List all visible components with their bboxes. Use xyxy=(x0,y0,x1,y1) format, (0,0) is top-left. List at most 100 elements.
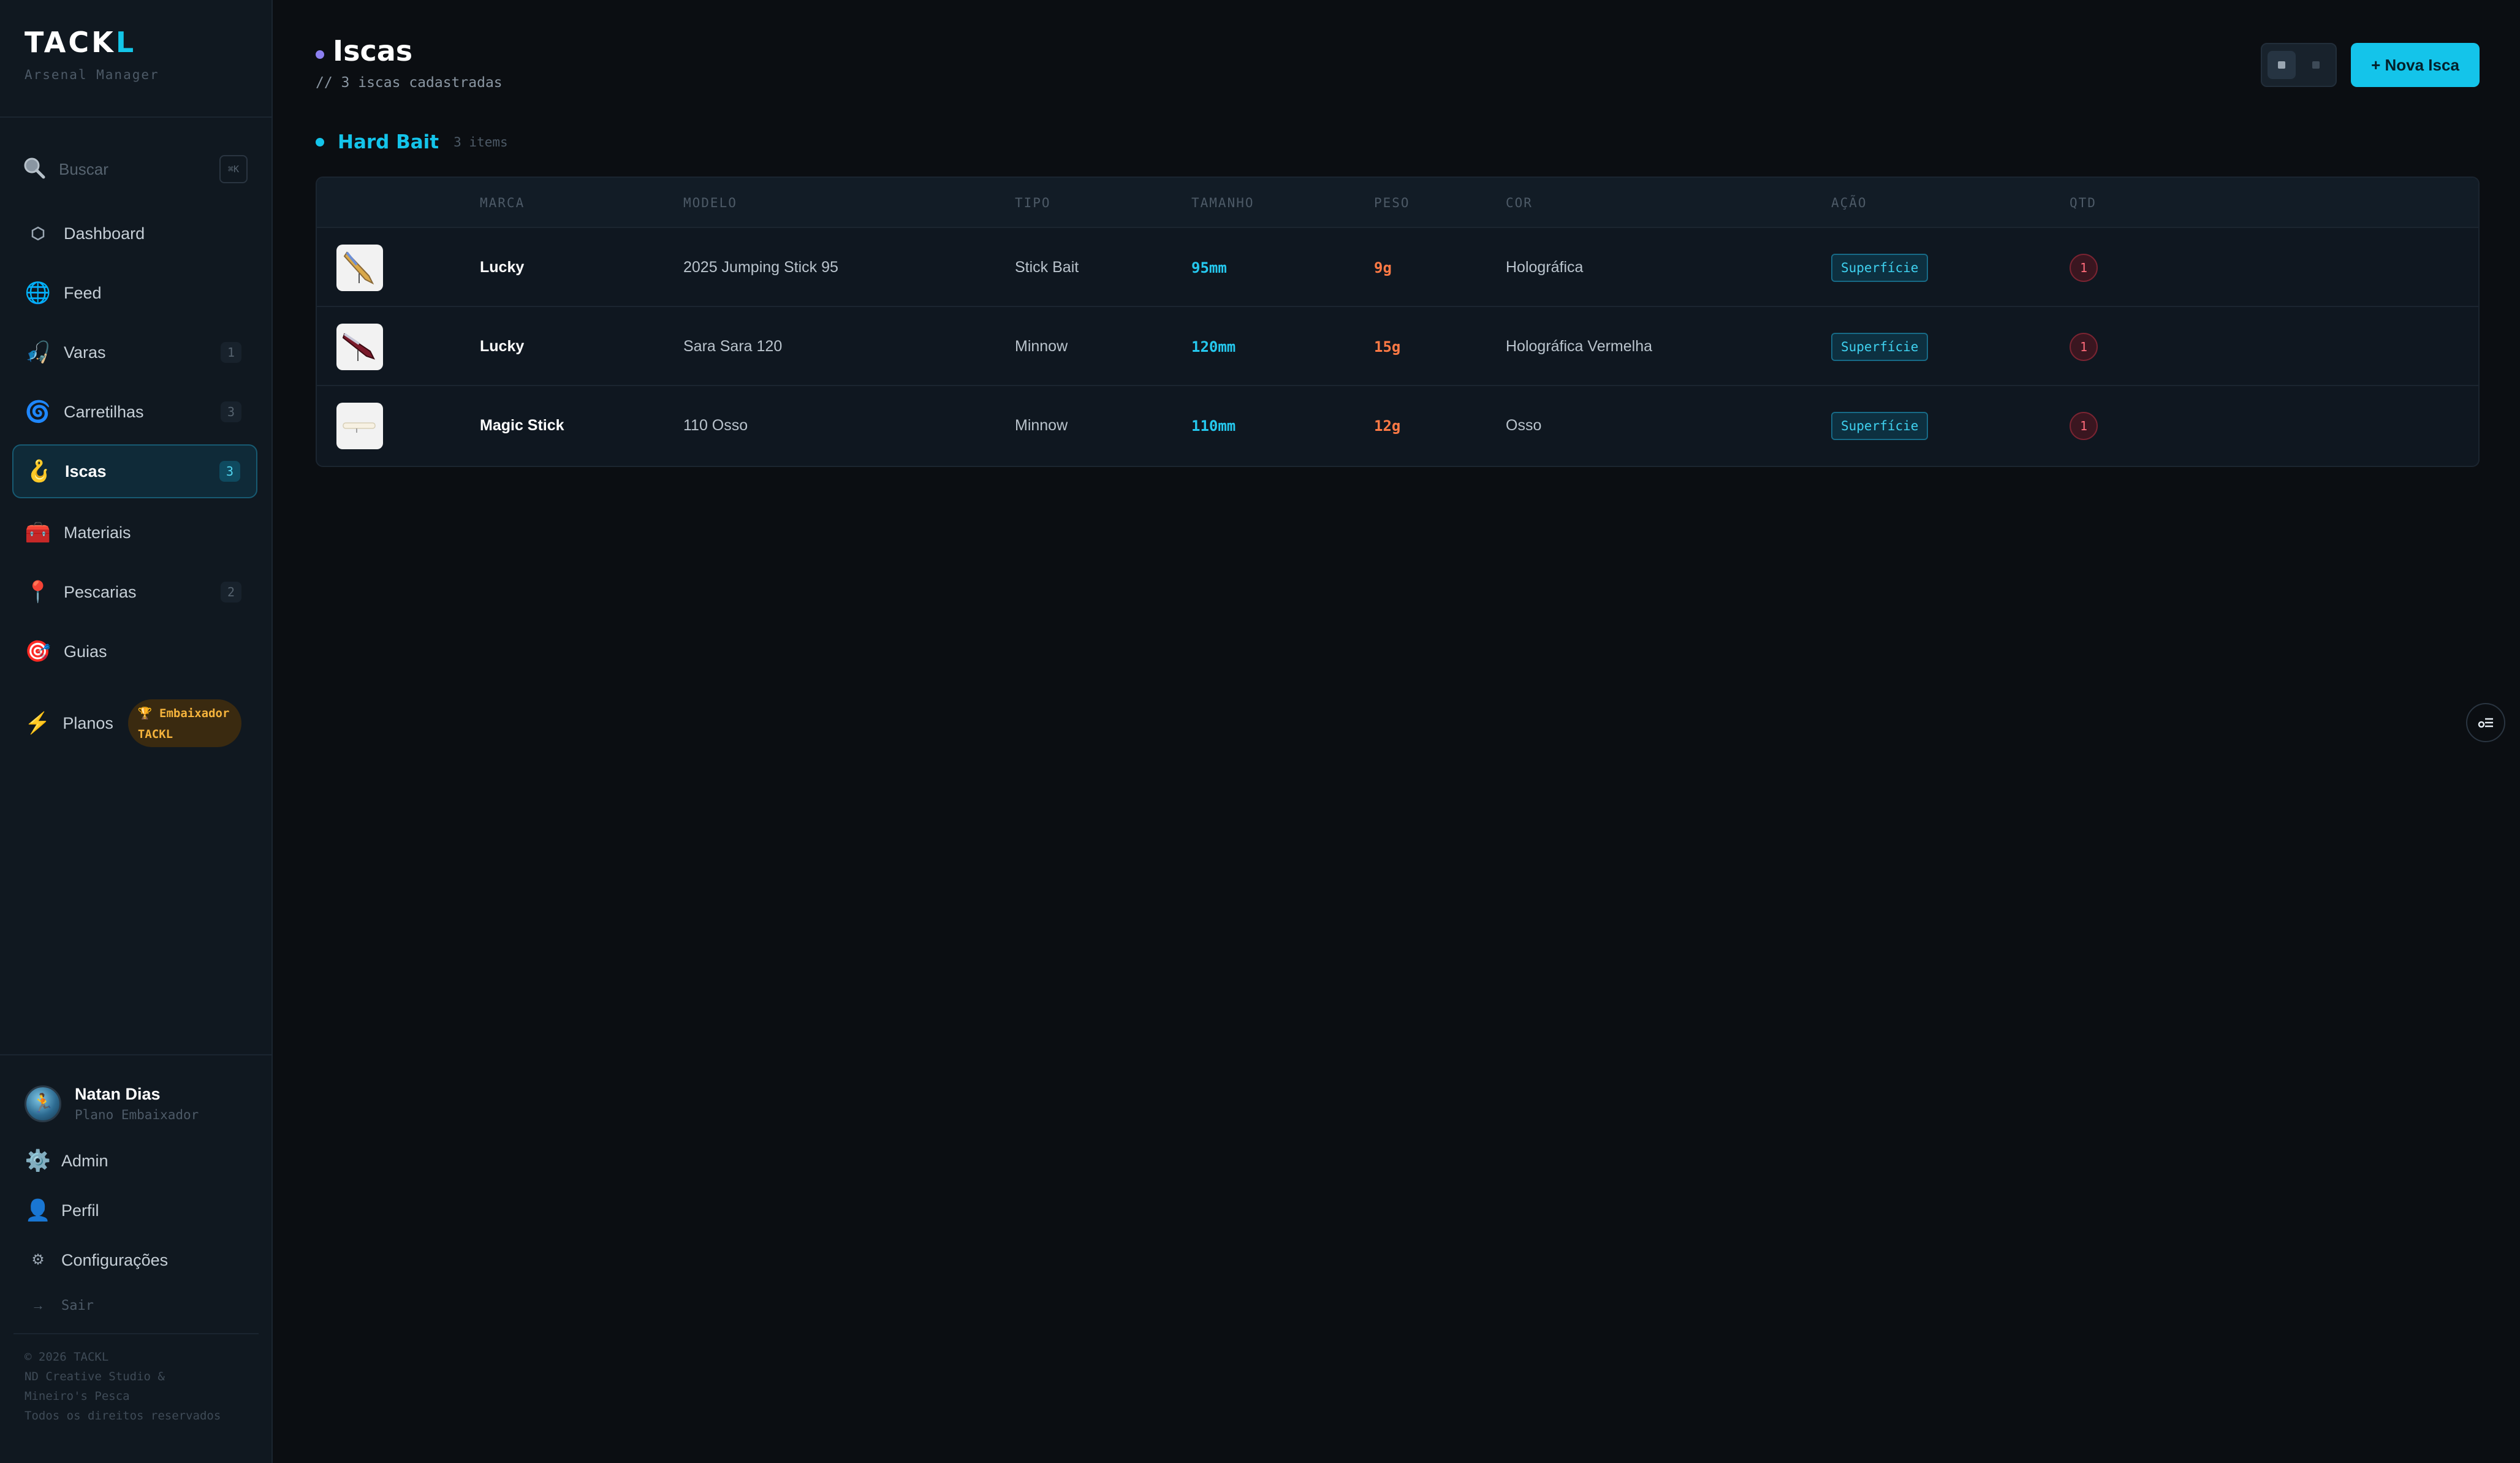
sidebar-item-dashboard[interactable]: Dashboard xyxy=(12,207,257,260)
footer-line: Todos os direitos reservados xyxy=(25,1409,221,1423)
new-bait-button[interactable]: + Nova Isca xyxy=(2351,43,2480,87)
title-dot xyxy=(316,50,324,59)
color-cell: Osso xyxy=(1506,417,1542,434)
main-content: Iscas // 3 iscas cadastradas + Nova Isca… xyxy=(274,0,2520,1463)
column-header[interactable]: PESO xyxy=(1374,178,1410,228)
brand[interactable]: TACKL Arsenal Manager xyxy=(25,28,159,82)
sidebar-item-label: Planos xyxy=(63,713,113,732)
filter-icon xyxy=(2478,718,2493,728)
table-row[interactable]: Lucky 2025 Jumping Stick 95 Stick Bait 9… xyxy=(317,228,2478,307)
size-cell: 120mm xyxy=(1191,338,1236,355)
qty-badge: 1 xyxy=(2070,253,2098,282)
toolbox-icon: 🧰 xyxy=(25,521,51,544)
sidebar-footer: © 2026 TACKL ND Creative Studio & Mineir… xyxy=(25,1347,221,1426)
model-cell: 110 Osso xyxy=(683,417,748,434)
filter-toggle-button[interactable] xyxy=(2466,703,2505,742)
sidebar: TACKL Arsenal Manager Buscar ⌘K Dashboar… xyxy=(0,0,273,1463)
size-cell: 95mm xyxy=(1191,259,1227,276)
model-cell: 2025 Jumping Stick 95 xyxy=(683,259,838,276)
action-badge: Superfície xyxy=(1831,332,1929,361)
column-header[interactable]: QTD xyxy=(2070,178,2097,228)
count-badge: 2 xyxy=(221,582,241,602)
sidebar-item-admin[interactable]: ⚙️ Admin xyxy=(25,1142,108,1179)
sidebar-item-planos[interactable]: ⚡ Planos 🏆 Embaixador TACKL xyxy=(12,695,257,751)
logout-link[interactable]: → Sair xyxy=(25,1287,94,1324)
sidebar-item-feed[interactable]: 🌐 Feed xyxy=(12,266,257,320)
sidebar-item-materiais[interactable]: 🧰 Materiais xyxy=(12,506,257,560)
user-name: Natan Dias xyxy=(75,1085,161,1103)
group-header[interactable]: Hard Bait 3 items xyxy=(316,131,508,153)
column-header[interactable]: AÇÃO xyxy=(1831,178,1867,228)
plan-badge: 🏆 Embaixador TACKL xyxy=(127,699,241,747)
bait-thumbnail-cell xyxy=(336,386,383,465)
grid-view-button[interactable] xyxy=(2302,51,2330,79)
search-shortcut: ⌘K xyxy=(219,155,248,183)
action-badge: Superfície xyxy=(1831,411,1929,440)
sidebar-item-label: Materiais xyxy=(64,523,131,542)
reel-icon: 🌀 xyxy=(25,400,51,424)
action-badge: Superfície xyxy=(1831,253,1929,282)
sidebar-item-label: Guias xyxy=(64,642,107,661)
sidebar-item-label: Iscas xyxy=(65,462,107,481)
sidebar-search[interactable]: Buscar ⌘K xyxy=(22,153,248,185)
column-header[interactable]: MARCA xyxy=(480,178,525,228)
weight-cell: 12g xyxy=(1374,417,1401,435)
footer-line: © 2026 TACKL xyxy=(25,1350,109,1364)
qty-cell: 1 xyxy=(2070,307,2098,386)
page-subtitle: // 3 iscas cadastradas xyxy=(316,75,503,91)
footer-line: Mineiro's Pesca xyxy=(25,1389,130,1403)
count-badge: 3 xyxy=(219,461,240,482)
action-cell: Superfície xyxy=(1831,228,1929,307)
sidebar-item-label: Admin xyxy=(61,1151,108,1170)
dashboard-icon xyxy=(25,220,51,247)
table-row[interactable]: Magic Stick 110 Osso Minnow 110mm 12g Os… xyxy=(317,386,2478,465)
qty-cell: 1 xyxy=(2070,228,2098,307)
plan-badge-line2: TACKL xyxy=(137,728,173,741)
view-toggle xyxy=(2261,43,2337,87)
list-view-icon xyxy=(2278,61,2286,69)
column-header[interactable]: COR xyxy=(1506,178,1533,228)
sidebar-divider xyxy=(13,1333,259,1334)
sidebar-item-label: Carretilhas xyxy=(64,402,144,421)
globe-icon: 🌐 xyxy=(25,281,51,305)
table-row[interactable]: Lucky Sara Sara 120 Minnow 120mm 15g Hol… xyxy=(317,307,2478,386)
search-icon xyxy=(22,156,47,183)
model-cell: Sara Sara 120 xyxy=(683,338,783,355)
size-cell: 110mm xyxy=(1191,417,1236,435)
bait-thumbnail xyxy=(336,323,383,370)
group-count: 3 items xyxy=(454,135,508,150)
sidebar-item-configuracoes[interactable]: ⚙ Configurações xyxy=(25,1242,168,1279)
qty-badge: 1 xyxy=(2070,411,2098,440)
fishing-rod-icon: 🎣 xyxy=(25,341,51,364)
pin-icon: 📍 xyxy=(25,580,51,604)
bait-thumbnail-cell xyxy=(336,307,383,386)
sidebar-item-guias[interactable]: 🎯 Guias xyxy=(12,625,257,678)
sidebar-divider xyxy=(0,1054,273,1055)
qty-badge: 1 xyxy=(2070,332,2098,361)
column-header[interactable]: MODELO xyxy=(683,178,737,228)
search-label: Buscar xyxy=(59,159,108,178)
sidebar-item-pescarias[interactable]: 📍 Pescarias 2 xyxy=(12,565,257,619)
sidebar-item-label: Feed xyxy=(64,283,102,302)
logo[interactable]: TACKL xyxy=(25,28,159,56)
sidebar-item-label: Sair xyxy=(61,1298,94,1313)
user-profile[interactable]: 🏃 Natan Dias Plano Embaixador xyxy=(25,1085,199,1122)
brand-subtitle: Arsenal Manager xyxy=(25,67,159,82)
hook-icon: 🪝 xyxy=(26,460,53,483)
bait-thumbnail xyxy=(336,244,383,291)
page-header: Iscas xyxy=(316,34,412,67)
sidebar-item-carretilhas[interactable]: 🌀 Carretilhas 3 xyxy=(12,385,257,439)
list-view-button[interactable] xyxy=(2268,51,2296,79)
user-plan: Plano Embaixador xyxy=(75,1108,199,1122)
sidebar-item-iscas[interactable]: 🪝 Iscas 3 xyxy=(12,444,257,498)
page-title: Iscas xyxy=(333,34,413,67)
sidebar-item-perfil[interactable]: 👤 Perfil xyxy=(25,1192,99,1229)
arrow-right-icon: → xyxy=(31,1298,45,1313)
footer-line: ND Creative Studio & xyxy=(25,1370,165,1383)
group-title: Hard Bait xyxy=(338,131,439,153)
grid-view-icon xyxy=(2312,61,2320,69)
sidebar-item-label: Perfil xyxy=(61,1201,99,1220)
sidebar-item-varas[interactable]: 🎣 Varas 1 xyxy=(12,325,257,379)
column-header[interactable]: TIPO xyxy=(1015,178,1051,228)
column-header[interactable]: TAMANHO xyxy=(1191,178,1254,228)
